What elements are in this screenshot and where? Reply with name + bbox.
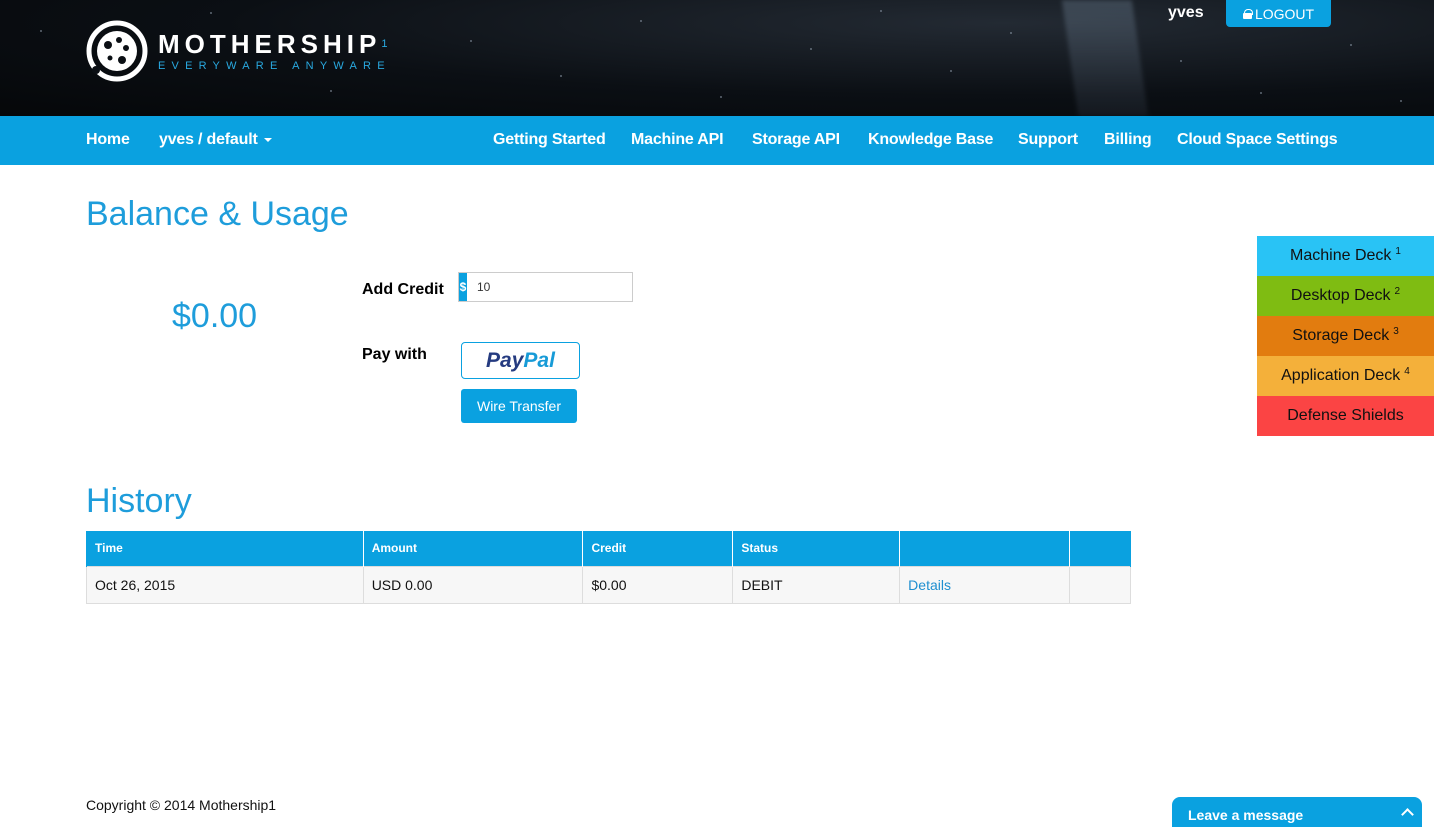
cell-extra xyxy=(1069,565,1131,604)
cell-credit: $0.00 xyxy=(582,565,734,604)
cell-actions: Details xyxy=(899,565,1071,604)
main-navbar: Home yves / default Getting Started Mach… xyxy=(0,116,1434,165)
nav-storage-api[interactable]: Storage API xyxy=(752,131,840,149)
pay-with-label: Pay with xyxy=(362,346,427,363)
side-tab-desktop-deck[interactable]: Desktop Deck 2 xyxy=(1257,276,1434,316)
details-link[interactable]: Details xyxy=(908,577,951,593)
side-tab-label: Application Deck xyxy=(1281,367,1401,384)
paypal-logo-part2: Pal xyxy=(523,348,555,372)
credit-amount-input[interactable] xyxy=(467,273,632,301)
logout-label: LOGOUT xyxy=(1254,5,1315,22)
side-tab-number: 3 xyxy=(1393,325,1399,337)
history-title: History xyxy=(86,482,192,520)
mothership-logo-icon xyxy=(86,20,148,82)
cell-status: DEBIT xyxy=(732,565,901,604)
nav-knowledge-base[interactable]: Knowledge Base xyxy=(868,131,993,149)
space-dropdown-label: yves / default xyxy=(159,131,258,148)
add-credit-label: Add Credit xyxy=(362,281,444,298)
side-tab-label: Desktop Deck xyxy=(1290,287,1391,304)
wire-transfer-button[interactable]: Wire Transfer xyxy=(461,389,577,423)
chat-widget[interactable]: Leave a message xyxy=(1172,797,1422,827)
history-table: Time Amount Credit Status Oct 26, 2015 U… xyxy=(86,531,1131,604)
side-tab-storage-deck[interactable]: Storage Deck 3 xyxy=(1257,316,1434,356)
brand-tagline: EVERYWARE ANYWARE xyxy=(158,60,391,72)
side-tab-label: Defense Shields xyxy=(1287,407,1404,424)
logout-button[interactable]: LOGOUT xyxy=(1226,0,1331,27)
side-tab-number: 4 xyxy=(1404,365,1410,377)
nav-cloud-space-settings[interactable]: Cloud Space Settings xyxy=(1177,131,1338,149)
history-header-row: Time Amount Credit Status xyxy=(86,531,1131,566)
paypal-button[interactable]: Pay Pal xyxy=(461,342,580,379)
nav-space-dropdown[interactable]: yves / default xyxy=(159,131,272,149)
nav-support[interactable]: Support xyxy=(1018,131,1078,149)
table-row: Oct 26, 2015 USD 0.00 $0.00 DEBIT Detail… xyxy=(86,565,1131,604)
balance-title: Balance & Usage xyxy=(86,195,349,233)
side-tab-label: Machine Deck xyxy=(1290,247,1392,264)
username-label[interactable]: yves xyxy=(1168,4,1204,22)
credit-input-group: $ xyxy=(458,272,633,302)
nav-home[interactable]: Home xyxy=(86,131,130,149)
cell-amount: USD 0.00 xyxy=(362,565,584,604)
side-tab-machine-deck[interactable]: Machine Deck 1 xyxy=(1257,236,1434,276)
side-tab-defense-shields[interactable]: Defense Shields xyxy=(1257,396,1434,436)
side-tab-number: 1 xyxy=(1395,245,1401,257)
paypal-logo-part1: Pay xyxy=(486,348,524,372)
column-header-amount: Amount xyxy=(362,531,584,566)
column-header-actions xyxy=(899,531,1071,566)
chevron-up-icon[interactable] xyxy=(1401,808,1414,821)
currency-addon: $ xyxy=(459,273,467,301)
chat-widget-label: Leave a message xyxy=(1188,807,1304,823)
column-header-time: Time xyxy=(86,531,364,566)
nav-machine-api[interactable]: Machine API xyxy=(631,131,724,149)
balance-amount: $0.00 xyxy=(172,297,258,335)
side-tab-application-deck[interactable]: Application Deck 4 xyxy=(1257,356,1434,396)
column-header-extra xyxy=(1069,531,1131,566)
nav-getting-started[interactable]: Getting Started xyxy=(493,131,606,149)
brand-name: MOTHERSHIP1 xyxy=(158,29,388,59)
caret-down-icon xyxy=(263,137,272,142)
footer-copyright: Copyright © 2014 Mothership1 xyxy=(86,797,277,813)
side-tab-number: 2 xyxy=(1394,285,1401,297)
column-header-status: Status xyxy=(732,531,901,566)
cell-time: Oct 26, 2015 xyxy=(86,565,364,604)
top-header: MOTHERSHIP1 EVERYWARE ANYWARE yves LOGOU… xyxy=(0,0,1434,116)
brand-superscript: 1 xyxy=(381,38,388,50)
nav-billing[interactable]: Billing xyxy=(1104,131,1152,149)
lock-icon xyxy=(1242,8,1253,19)
column-header-credit: Credit xyxy=(582,531,734,566)
brand-logo[interactable]: MOTHERSHIP1 EVERYWARE ANYWARE xyxy=(86,20,391,82)
side-tab-label: Storage Deck xyxy=(1292,327,1390,344)
